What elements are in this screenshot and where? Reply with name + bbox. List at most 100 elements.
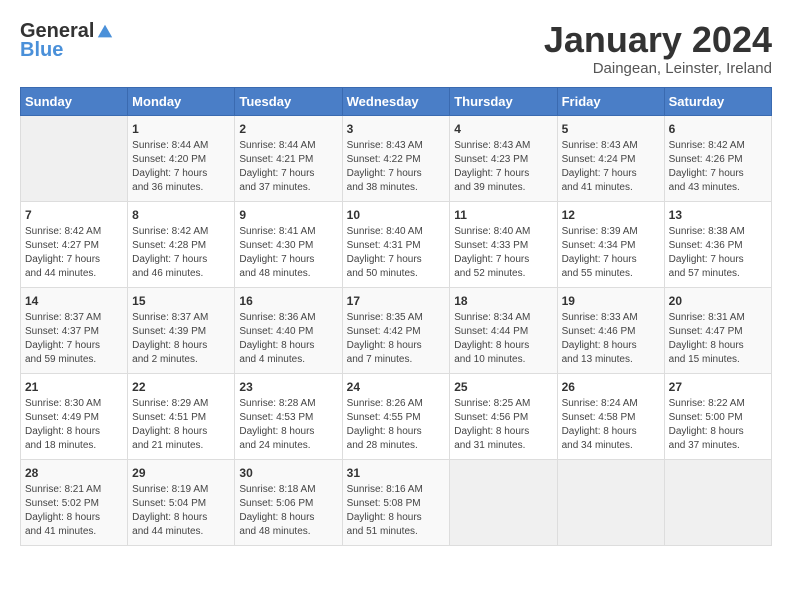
- day-number: 19: [562, 294, 660, 308]
- calendar-cell: 24 Sunrise: 8:26 AM Sunset: 4:55 PM Dayli…: [342, 373, 450, 459]
- day-number: 25: [454, 380, 552, 394]
- month-title: January 2024: [544, 20, 772, 60]
- calendar-cell: [21, 115, 128, 201]
- day-info: Sunrise: 8:21 AM Sunset: 5:02 PM Dayligh…: [25, 483, 123, 539]
- day-number: 11: [454, 208, 552, 222]
- day-info: Sunrise: 8:24 AM Sunset: 4:58 PM Dayligh…: [562, 397, 660, 453]
- day-number: 9: [239, 208, 337, 222]
- calendar-cell: 14 Sunrise: 8:37 AM Sunset: 4:37 PM Dayli…: [21, 287, 128, 373]
- calendar-cell: 8Sunrise: 8:42 AM Sunset: 4:28 PM Daylig…: [128, 201, 235, 287]
- calendar-cell: 28Sunrise: 8:21 AM Sunset: 5:02 PM Dayli…: [21, 459, 128, 545]
- day-info: Sunrise: 8:34 AM Sunset: 4:44 PM Dayligh…: [454, 311, 552, 367]
- calendar-cell: 15Sunrise: 8:37 AM Sunset: 4:39 PM Dayli…: [128, 287, 235, 373]
- day-info: Sunrise: 8:33 AM Sunset: 4:46 PM Dayligh…: [562, 311, 660, 367]
- page-header: General Blue January 2024 Daingean, Lein…: [20, 20, 772, 77]
- calendar-cell: 25 Sunrise: 8:25 AM Sunset: 4:56 PM Dayli…: [450, 373, 557, 459]
- day-number: 21: [25, 380, 123, 394]
- day-info: Sunrise: 8:19 AM Sunset: 5:04 PM Dayligh…: [132, 483, 230, 539]
- day-info: Sunrise: 8:25 AM Sunset: 4:56 PM Dayligh…: [454, 397, 552, 453]
- day-info: Sunrise: 8:18 AM Sunset: 5:06 PM Dayligh…: [239, 483, 337, 539]
- calendar-cell: 22 Sunrise: 8:29 AM Sunset: 4:51 PM Dayli…: [128, 373, 235, 459]
- day-number: 18: [454, 294, 552, 308]
- day-number: 3: [347, 122, 446, 136]
- day-info: Sunrise: 8:38 AM Sunset: 4:36 PM Dayligh…: [669, 225, 767, 281]
- day-info: Sunrise: 8:43 AM Sunset: 4:24 PM Dayligh…: [562, 139, 660, 195]
- calendar-table: SundayMondayTuesdayWednesdayThursdayFrid…: [20, 87, 772, 546]
- calendar-week-row: 7 Sunrise: 8:42 AM Sunset: 4:27 PM Daylig…: [21, 201, 772, 287]
- day-info: Sunrise: 8:22 AM Sunset: 5:00 PM Dayligh…: [669, 397, 767, 453]
- calendar-cell: 30 Sunrise: 8:18 AM Sunset: 5:06 PM Dayli…: [235, 459, 342, 545]
- calendar-cell: 31 Sunrise: 8:16 AM Sunset: 5:08 PM Dayli…: [342, 459, 450, 545]
- calendar-cell: 1Sunrise: 8:44 AM Sunset: 4:20 PM Daylig…: [128, 115, 235, 201]
- day-number: 26: [562, 380, 660, 394]
- day-number: 24: [347, 380, 446, 394]
- day-number: 23: [239, 380, 337, 394]
- calendar-cell: 16 Sunrise: 8:36 AM Sunset: 4:40 PM Dayli…: [235, 287, 342, 373]
- day-info: Sunrise: 8:30 AM Sunset: 4:49 PM Dayligh…: [25, 397, 123, 453]
- weekday-header-friday: Friday: [557, 87, 664, 115]
- day-number: 14: [25, 294, 123, 308]
- day-info: Sunrise: 8:16 AM Sunset: 5:08 PM Dayligh…: [347, 483, 446, 539]
- day-info: Sunrise: 8:40 AM Sunset: 4:31 PM Dayligh…: [347, 225, 446, 281]
- day-info: Sunrise: 8:37 AM Sunset: 4:37 PM Dayligh…: [25, 311, 123, 367]
- title-section: January 2024 Daingean, Leinster, Ireland: [544, 20, 772, 77]
- day-number: 31: [347, 466, 446, 480]
- day-info: Sunrise: 8:28 AM Sunset: 4:53 PM Dayligh…: [239, 397, 337, 453]
- day-number: 20: [669, 294, 767, 308]
- day-number: 6: [669, 122, 767, 136]
- calendar-cell: 23 Sunrise: 8:28 AM Sunset: 4:53 PM Dayli…: [235, 373, 342, 459]
- weekday-header-monday: Monday: [128, 87, 235, 115]
- day-number: 16: [239, 294, 337, 308]
- calendar-cell: 21 Sunrise: 8:30 AM Sunset: 4:49 PM Dayli…: [21, 373, 128, 459]
- day-number: 27: [669, 380, 767, 394]
- day-number: 12: [562, 208, 660, 222]
- day-number: 8: [132, 208, 230, 222]
- calendar-cell: 7 Sunrise: 8:42 AM Sunset: 4:27 PM Daylig…: [21, 201, 128, 287]
- day-number: 2: [239, 122, 337, 136]
- day-info: Sunrise: 8:26 AM Sunset: 4:55 PM Dayligh…: [347, 397, 446, 453]
- calendar-cell: 3 Sunrise: 8:43 AM Sunset: 4:22 PM Daylig…: [342, 115, 450, 201]
- day-number: 15: [132, 294, 230, 308]
- calendar-cell: 18 Sunrise: 8:34 AM Sunset: 4:44 PM Dayli…: [450, 287, 557, 373]
- day-info: Sunrise: 8:41 AM Sunset: 4:30 PM Dayligh…: [239, 225, 337, 281]
- calendar-week-row: 21 Sunrise: 8:30 AM Sunset: 4:49 PM Dayli…: [21, 373, 772, 459]
- day-number: 7: [25, 208, 123, 222]
- calendar-cell: 2 Sunrise: 8:44 AM Sunset: 4:21 PM Daylig…: [235, 115, 342, 201]
- day-number: 22: [132, 380, 230, 394]
- day-info: Sunrise: 8:43 AM Sunset: 4:22 PM Dayligh…: [347, 139, 446, 195]
- calendar-week-row: 14 Sunrise: 8:37 AM Sunset: 4:37 PM Dayli…: [21, 287, 772, 373]
- day-info: Sunrise: 8:42 AM Sunset: 4:27 PM Dayligh…: [25, 225, 123, 281]
- calendar-cell: 26 Sunrise: 8:24 AM Sunset: 4:58 PM Dayli…: [557, 373, 664, 459]
- day-info: Sunrise: 8:42 AM Sunset: 4:26 PM Dayligh…: [669, 139, 767, 195]
- calendar-week-row: 28Sunrise: 8:21 AM Sunset: 5:02 PM Dayli…: [21, 459, 772, 545]
- weekday-header-thursday: Thursday: [450, 87, 557, 115]
- calendar-cell: 17 Sunrise: 8:35 AM Sunset: 4:42 PM Dayli…: [342, 287, 450, 373]
- day-info: Sunrise: 8:44 AM Sunset: 4:21 PM Dayligh…: [239, 139, 337, 195]
- day-number: 10: [347, 208, 446, 222]
- calendar-cell: 4Sunrise: 8:43 AM Sunset: 4:23 PM Daylig…: [450, 115, 557, 201]
- calendar-cell: 20Sunrise: 8:31 AM Sunset: 4:47 PM Dayli…: [664, 287, 771, 373]
- day-number: 13: [669, 208, 767, 222]
- logo-icon: [96, 23, 114, 41]
- day-number: 29: [132, 466, 230, 480]
- day-number: 17: [347, 294, 446, 308]
- weekday-header-wednesday: Wednesday: [342, 87, 450, 115]
- day-info: Sunrise: 8:40 AM Sunset: 4:33 PM Dayligh…: [454, 225, 552, 281]
- day-info: Sunrise: 8:36 AM Sunset: 4:40 PM Dayligh…: [239, 311, 337, 367]
- logo-blue-text: Blue: [20, 39, 63, 62]
- calendar-cell: 13 Sunrise: 8:38 AM Sunset: 4:36 PM Dayli…: [664, 201, 771, 287]
- location-subtitle: Daingean, Leinster, Ireland: [544, 60, 772, 77]
- day-info: Sunrise: 8:35 AM Sunset: 4:42 PM Dayligh…: [347, 311, 446, 367]
- logo: General Blue: [20, 20, 114, 62]
- day-info: Sunrise: 8:29 AM Sunset: 4:51 PM Dayligh…: [132, 397, 230, 453]
- weekday-header-saturday: Saturday: [664, 87, 771, 115]
- calendar-cell: [557, 459, 664, 545]
- calendar-cell: 10 Sunrise: 8:40 AM Sunset: 4:31 PM Dayli…: [342, 201, 450, 287]
- calendar-cell: 12 Sunrise: 8:39 AM Sunset: 4:34 PM Dayli…: [557, 201, 664, 287]
- day-info: Sunrise: 8:43 AM Sunset: 4:23 PM Dayligh…: [454, 139, 552, 195]
- day-info: Sunrise: 8:39 AM Sunset: 4:34 PM Dayligh…: [562, 225, 660, 281]
- day-number: 1: [132, 122, 230, 136]
- calendar-cell: 27 Sunrise: 8:22 AM Sunset: 5:00 PM Dayli…: [664, 373, 771, 459]
- day-number: 5: [562, 122, 660, 136]
- day-number: 30: [239, 466, 337, 480]
